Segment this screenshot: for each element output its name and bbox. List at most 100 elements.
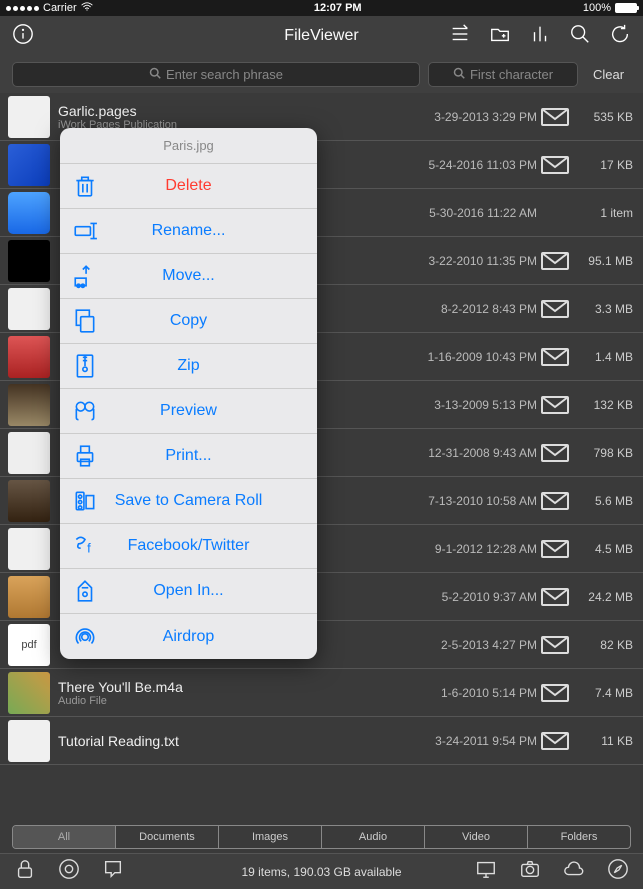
file-name: Garlic.pages (58, 103, 407, 119)
mail-icon[interactable] (537, 684, 573, 702)
wifi-icon (81, 2, 93, 15)
clear-button[interactable]: Clear (586, 62, 631, 87)
menu-label: Rename... (110, 222, 317, 240)
file-thumbnail (8, 432, 50, 474)
mail-icon[interactable] (537, 540, 573, 558)
menu-airdrop[interactable]: Airdrop (60, 614, 317, 659)
file-thumbnail (8, 192, 50, 234)
file-size: 4.5 MB (573, 542, 633, 556)
file-thumbnail (8, 336, 50, 378)
search-icon (149, 67, 161, 82)
search-button[interactable] (569, 23, 591, 50)
menu-social[interactable]: f Facebook/Twitter (60, 524, 317, 569)
mail-icon[interactable] (537, 732, 573, 750)
menu-zip[interactable]: Zip (60, 344, 317, 389)
file-thumbnail (8, 720, 50, 762)
battery-pct: 100% (583, 2, 611, 14)
file-date: 3-22-2010 11:35 PM (407, 254, 537, 268)
file-thumbnail (8, 288, 50, 330)
filter-all[interactable]: All (13, 826, 116, 848)
mail-icon[interactable] (537, 444, 573, 462)
menu-label: Preview (110, 402, 317, 420)
airdrop-icon (60, 624, 110, 650)
cloud-button[interactable] (563, 858, 585, 885)
info-button[interactable] (12, 23, 34, 50)
menu-preview[interactable]: Preview (60, 389, 317, 434)
refresh-button[interactable] (609, 23, 631, 50)
mail-icon[interactable] (537, 348, 573, 366)
mail-icon[interactable] (537, 396, 573, 414)
menu-label: Facebook/Twitter (110, 537, 317, 555)
menu-trash[interactable]: Delete (60, 164, 317, 209)
mail-icon[interactable] (537, 492, 573, 510)
present-button[interactable] (475, 858, 497, 885)
filter-documents[interactable]: Documents (116, 826, 219, 848)
file-name: There You'll Be.m4a (58, 679, 407, 695)
list-edit-button[interactable] (449, 23, 471, 50)
menu-print[interactable]: Print... (60, 434, 317, 479)
search-placeholder: Enter search phrase (166, 67, 283, 82)
mail-icon[interactable] (537, 300, 573, 318)
mail-icon[interactable] (537, 156, 573, 174)
file-size: 798 KB (573, 446, 633, 460)
menu-label: Move... (110, 267, 317, 285)
mail-icon[interactable] (537, 636, 573, 654)
file-date: 12-31-2008 9:43 AM (407, 446, 537, 460)
first-char-input[interactable]: First character (428, 62, 578, 87)
bottom-bar: 19 items, 190.03 GB available (0, 853, 643, 889)
help-button[interactable] (58, 858, 80, 885)
svg-text:f: f (87, 541, 91, 556)
menu-label: Zip (110, 357, 317, 375)
search-input[interactable]: Enter search phrase (12, 62, 420, 87)
chat-button[interactable] (102, 858, 124, 885)
social-icon: f (60, 533, 110, 559)
preview-icon (60, 398, 110, 424)
file-date: 5-24-2016 11:03 PM (407, 158, 537, 172)
rename-icon (60, 218, 110, 244)
menu-move[interactable]: Move... (60, 254, 317, 299)
print-icon (60, 443, 110, 469)
mail-icon[interactable] (537, 108, 573, 126)
file-name: Tutorial Reading.txt (58, 733, 407, 749)
camera-roll-icon (60, 488, 110, 514)
file-thumbnail (8, 480, 50, 522)
menu-open-in[interactable]: Open In... (60, 569, 317, 614)
filter-folders[interactable]: Folders (528, 826, 630, 848)
mail-icon[interactable] (537, 588, 573, 606)
popup-title: Paris.jpg (60, 128, 317, 164)
trash-icon (60, 173, 110, 199)
filter-bar: AllDocumentsImagesAudioVideoFolders (12, 825, 631, 849)
new-folder-button[interactable] (489, 23, 511, 50)
copy-icon (60, 308, 110, 334)
file-date: 7-13-2010 10:58 AM (407, 494, 537, 508)
file-size: 82 KB (573, 638, 633, 652)
camera-button[interactable] (519, 858, 541, 885)
file-row[interactable]: There You'll Be.m4a Audio File 1-6-2010 … (0, 669, 643, 717)
filter-video[interactable]: Video (425, 826, 528, 848)
menu-camera-roll[interactable]: Save to Camera Roll (60, 479, 317, 524)
search-row: Enter search phrase First character Clea… (0, 56, 643, 93)
menu-copy[interactable]: Copy (60, 299, 317, 344)
mail-icon[interactable] (537, 252, 573, 270)
filter-images[interactable]: Images (219, 826, 322, 848)
file-date: 5-30-2016 11:22 AM (407, 206, 537, 220)
status-bar: Carrier 12:07 PM 100% (0, 0, 643, 16)
lock-button[interactable] (14, 858, 36, 885)
filter-audio[interactable]: Audio (322, 826, 425, 848)
file-thumbnail (8, 96, 50, 138)
menu-label: Save to Camera Roll (110, 492, 317, 510)
menu-rename[interactable]: Rename... (60, 209, 317, 254)
file-date: 3-24-2011 9:54 PM (407, 734, 537, 748)
app-title: FileViewer (284, 27, 358, 45)
signal-icon (6, 6, 39, 11)
file-meta: Garlic.pages iWork Pages Publication (58, 103, 407, 131)
sort-button[interactable] (529, 23, 551, 50)
file-date: 5-2-2010 9:37 AM (407, 590, 537, 604)
compass-button[interactable] (607, 858, 629, 885)
file-row[interactable]: Tutorial Reading.txt 3-24-2011 9:54 PM 1… (0, 717, 643, 765)
file-size: 1.4 MB (573, 350, 633, 364)
file-size: 535 KB (573, 110, 633, 124)
menu-label: Delete (110, 177, 317, 195)
file-thumbnail: pdf (8, 624, 50, 666)
file-thumbnail (8, 240, 50, 282)
